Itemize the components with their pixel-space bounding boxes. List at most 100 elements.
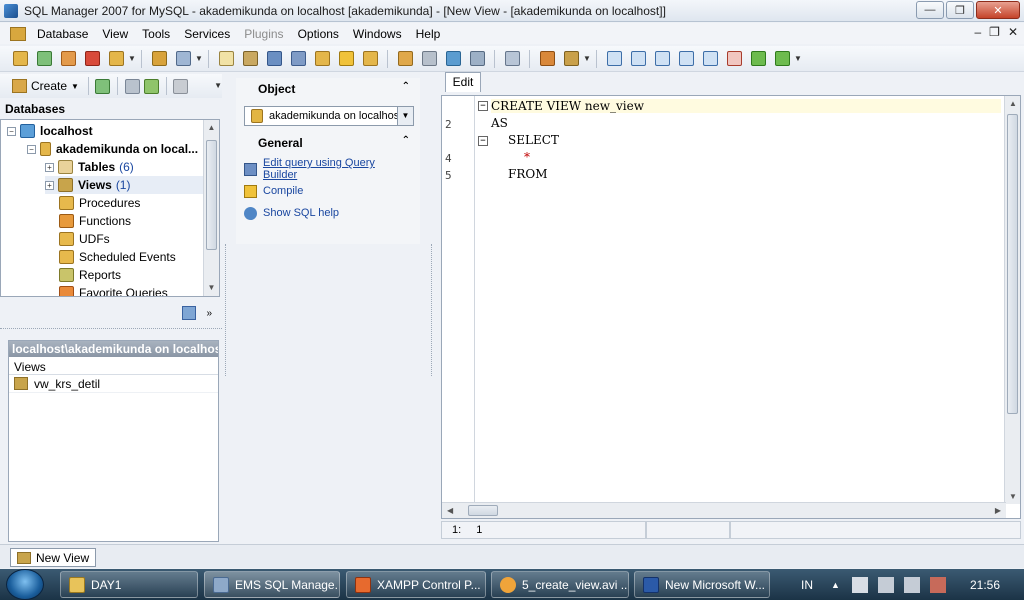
cascade-button[interactable] xyxy=(628,49,648,69)
tree-item-favorite-queries[interactable]: Favorite Queries xyxy=(59,284,168,296)
code-line[interactable]: AS xyxy=(491,116,508,130)
new-window-button[interactable] xyxy=(604,49,624,69)
tree-view-icon[interactable] xyxy=(182,306,197,320)
task-ems-sql-manager[interactable]: EMS SQL Manage... xyxy=(204,571,340,598)
menu-windows[interactable]: Windows xyxy=(346,27,409,41)
tree-item-localhost[interactable]: − localhost xyxy=(7,122,93,140)
splitter-grip[interactable] xyxy=(0,328,222,329)
chart-button[interactable] xyxy=(264,49,284,69)
export-button[interactable] xyxy=(395,49,415,69)
users-button[interactable] xyxy=(537,49,557,69)
tree-item-udfs[interactable]: UDFs xyxy=(59,230,110,248)
scroll-down-icon[interactable]: ▼ xyxy=(1009,492,1017,501)
create-database-button[interactable] xyxy=(34,49,54,69)
explorer-option-button[interactable] xyxy=(173,76,189,96)
menu-database[interactable]: Database xyxy=(30,27,95,41)
create-button[interactable]: Create ▼ xyxy=(8,79,83,93)
task-word[interactable]: New Microsoft W... xyxy=(634,571,770,598)
tree-item-reports[interactable]: Reports xyxy=(59,266,121,284)
refresh-button[interactable] xyxy=(95,76,111,96)
object-select[interactable]: akademikunda on localhost ▼ xyxy=(244,106,414,126)
tree-item-functions[interactable]: Functions xyxy=(59,212,131,230)
code-line[interactable]: * xyxy=(524,150,530,164)
volume-icon[interactable] xyxy=(903,576,920,593)
extract-button[interactable] xyxy=(467,49,487,69)
compile-button[interactable] xyxy=(336,49,356,69)
menu-plugins[interactable]: Plugins xyxy=(237,27,290,41)
editor-horizontal-scrollbar[interactable]: ◀ ▶ xyxy=(442,502,1006,518)
code-line[interactable]: FROM xyxy=(508,167,548,181)
menu-services[interactable]: Services xyxy=(177,27,237,41)
general-section-header[interactable]: General ⌃ xyxy=(236,132,420,154)
window-tab-new-view[interactable]: New View xyxy=(10,548,97,567)
mdi-restore-icon[interactable]: ❐ xyxy=(989,25,1000,39)
explorer-dropdown-icon[interactable]: ▼ xyxy=(214,76,222,96)
print-button[interactable] xyxy=(419,49,439,69)
fold-minus-icon[interactable]: − xyxy=(478,101,488,111)
object-button[interactable] xyxy=(312,49,332,69)
power-icon[interactable] xyxy=(929,576,946,593)
menu-options[interactable]: Options xyxy=(291,27,346,41)
menu-database-icon[interactable] xyxy=(10,26,26,41)
register-host-button[interactable] xyxy=(10,49,30,69)
scroll-left-icon[interactable]: ◀ xyxy=(447,506,453,515)
views-column-header[interactable]: Views xyxy=(9,357,218,375)
toolbar-dropdown-icon-2[interactable]: ▼ xyxy=(195,49,203,69)
maximize-button[interactable]: ❐ xyxy=(946,1,974,19)
menu-tools[interactable]: Tools xyxy=(135,27,177,41)
drop-button[interactable] xyxy=(82,49,102,69)
chevron-right-icon[interactable]: » xyxy=(206,308,212,319)
scroll-thumb[interactable] xyxy=(206,140,217,250)
mdi-close-icon[interactable]: ✕ xyxy=(1008,25,1018,39)
collapse-icon[interactable]: − xyxy=(7,126,16,136)
tile-horizontal-button[interactable] xyxy=(652,49,672,69)
grant-button[interactable] xyxy=(561,49,581,69)
collapse-icon[interactable]: − xyxy=(27,144,36,154)
db-options-button[interactable] xyxy=(106,49,126,69)
mdi-minimize-icon[interactable]: – xyxy=(974,25,981,39)
data-button[interactable] xyxy=(288,49,308,69)
tree-item-database[interactable]: − akademikunda on local... xyxy=(27,140,198,158)
task-day1[interactable]: DAY1 xyxy=(60,571,198,598)
toolbar-dropdown-icon-4[interactable]: ▼ xyxy=(794,49,802,69)
minimize-button[interactable]: — xyxy=(916,1,944,19)
chevron-down-icon[interactable]: ▼ xyxy=(397,107,413,125)
forward-button[interactable] xyxy=(772,49,792,69)
query-builder-button[interactable] xyxy=(240,49,260,69)
close-button[interactable]: ✕ xyxy=(976,1,1020,19)
show-hidden-icons-icon[interactable]: ▲ xyxy=(831,580,840,590)
tree-item-scheduled-events[interactable]: Scheduled Events xyxy=(59,248,176,266)
tree-scrollbar[interactable]: ▲ ▼ xyxy=(203,120,219,296)
diagram-button[interactable] xyxy=(502,49,522,69)
tree-item-procedures[interactable]: Procedures xyxy=(59,194,140,212)
start-button[interactable] xyxy=(6,569,44,600)
network-icon[interactable] xyxy=(877,576,894,593)
task-xampp[interactable]: XAMPP Control P... xyxy=(346,571,486,598)
minimize-all-button[interactable] xyxy=(700,49,720,69)
scroll-down-icon[interactable]: ▼ xyxy=(204,280,219,296)
toolbar-dropdown-icon[interactable]: ▼ xyxy=(128,49,136,69)
menu-help[interactable]: Help xyxy=(409,27,448,41)
back-button[interactable] xyxy=(748,49,768,69)
fold-minus-icon[interactable]: − xyxy=(478,136,488,146)
sql-editor[interactable]: 2 4 5 − − CREATE VIEW new_view AS SELECT… xyxy=(441,95,1021,519)
database-tree[interactable]: − localhost − akademikunda on local... +… xyxy=(0,119,220,297)
editor-vertical-scrollbar[interactable]: ▲ ▼ xyxy=(1004,96,1020,504)
task-video[interactable]: 5_create_view.avi ... xyxy=(491,571,629,598)
tree-item-tables[interactable]: + Tables (6) xyxy=(45,158,134,176)
expand-icon[interactable]: + xyxy=(45,180,54,190)
compile-link[interactable]: Compile xyxy=(236,180,420,202)
object-section-header[interactable]: Object ⌃ xyxy=(236,78,420,100)
flag-icon[interactable] xyxy=(851,576,868,593)
code-line[interactable]: SELECT xyxy=(508,133,559,147)
tab-edit[interactable]: Edit xyxy=(445,72,481,92)
close-all-button[interactable] xyxy=(724,49,744,69)
scroll-up-icon[interactable]: ▲ xyxy=(204,120,219,136)
scroll-thumb[interactable] xyxy=(1007,114,1018,414)
connect-db-button[interactable] xyxy=(143,76,159,96)
tile-vertical-button[interactable] xyxy=(676,49,696,69)
tree-item-views[interactable]: + Views (1) xyxy=(45,176,205,194)
toolbar-dropdown-icon-3[interactable]: ▼ xyxy=(583,49,591,69)
collapse-up-icon[interactable]: ⌃ xyxy=(402,135,410,146)
disconnect-button[interactable] xyxy=(124,76,140,96)
